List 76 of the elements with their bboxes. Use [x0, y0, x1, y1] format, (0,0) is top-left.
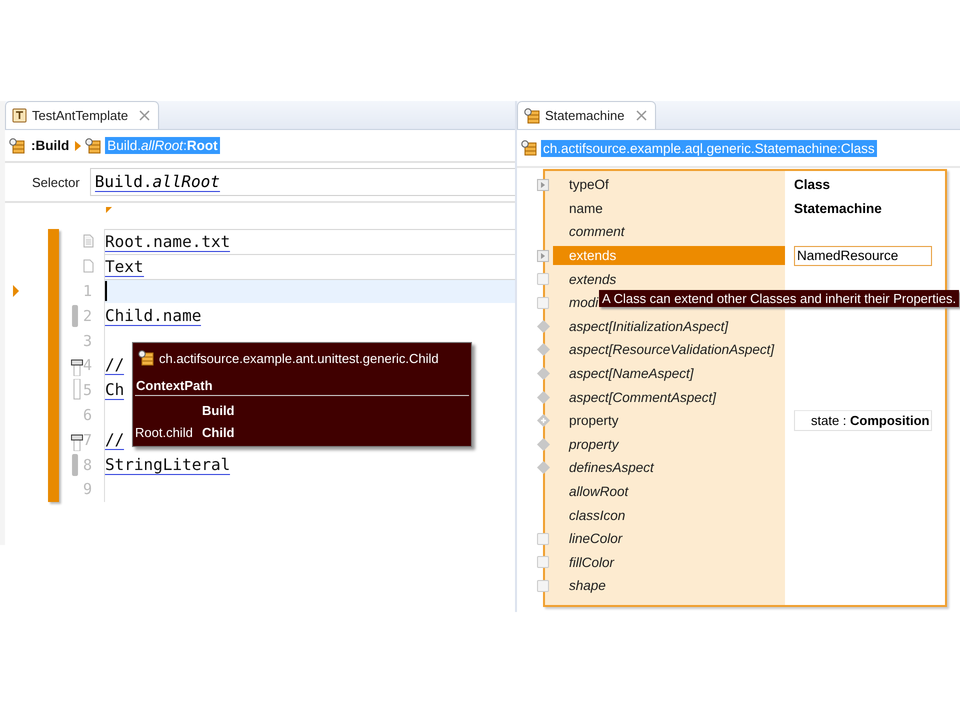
line-number: 6	[83, 406, 94, 424]
selector-field[interactable]: Build.allRoot	[90, 168, 515, 196]
property-name[interactable]: property	[553, 434, 785, 454]
plus-diamond-icon	[537, 414, 550, 428]
square-icon	[537, 273, 549, 286]
editor-tab[interactable]: Statemachine	[517, 101, 656, 129]
code-text: //	[105, 430, 124, 450]
line-number: 7	[83, 430, 94, 449]
class-icon	[9, 138, 25, 154]
code-text: Child.name	[105, 306, 202, 326]
line-number: 9	[83, 480, 94, 498]
property-name[interactable]: property	[553, 411, 785, 430]
square-icon	[537, 556, 549, 568]
code-text: Text	[105, 256, 144, 277]
diamond-icon	[537, 390, 550, 404]
property-name[interactable]: classIcon	[553, 506, 785, 525]
property-name[interactable]: aspect[InitializationAspect]	[553, 316, 785, 336]
chevron-icon	[75, 140, 82, 150]
diamond-icon	[537, 367, 550, 380]
value-tag: state : Composition	[794, 410, 932, 432]
expand-icon[interactable]	[537, 250, 549, 262]
value-field[interactable]: NamedResource	[794, 246, 932, 266]
class-icon	[521, 140, 537, 156]
editor-tab[interactable]: TestAntTemplate	[5, 101, 160, 129]
property-name[interactable]: extends	[553, 270, 785, 289]
line-number: 8	[83, 456, 94, 474]
property-name[interactable]: aspect[CommentAspect]	[553, 388, 785, 407]
line-number: 5	[83, 381, 94, 400]
property-name[interactable]: comment	[553, 222, 785, 242]
text-caret	[105, 281, 107, 302]
code-text: Ch	[105, 380, 124, 400]
tab-title: Statemachine	[545, 108, 624, 123]
tooltip: A Class can extend other Classes and inherit their Properties.	[599, 290, 960, 307]
class-icon	[524, 108, 540, 124]
class-icon	[138, 350, 154, 366]
diamond-icon	[537, 343, 550, 356]
template-icon	[12, 108, 27, 123]
code-text: StringLiteral	[105, 454, 230, 475]
diamond-icon	[537, 438, 550, 451]
diamond-icon	[537, 461, 550, 474]
line-number: 2	[83, 306, 94, 325]
popup-type: Build	[202, 403, 236, 418]
code-text: //	[105, 355, 124, 376]
property-name[interactable]: name	[553, 198, 785, 218]
property-name[interactable]: allowRoot	[553, 482, 785, 502]
line-number: 1	[83, 282, 94, 300]
selector-label: Selector	[32, 174, 80, 190]
file-icon	[83, 234, 94, 248]
code-text: Root.name.txt	[105, 232, 230, 252]
property-name[interactable]: typeOf	[553, 175, 785, 194]
line-number: 4	[83, 356, 94, 374]
close-icon[interactable]	[139, 110, 150, 121]
property-name[interactable]: definesAspect	[553, 458, 785, 478]
property-name[interactable]: fillColor	[553, 552, 785, 572]
expand-icon[interactable]	[537, 178, 549, 191]
property-value: Statemachine	[794, 200, 882, 216]
breadcrumb-item[interactable]: :Build	[29, 137, 72, 154]
close-icon[interactable]	[636, 110, 646, 121]
popup-path: Root.child	[135, 425, 194, 440]
property-name[interactable]: lineColor	[553, 529, 785, 548]
corner-marker-icon	[106, 207, 112, 213]
property-value: Class	[794, 177, 830, 192]
class-icon	[85, 138, 102, 154]
diamond-icon	[537, 320, 550, 333]
property-name[interactable]: aspect[ResourceValidationAspect]	[553, 340, 785, 360]
line-number: 3	[83, 332, 94, 350]
document-icon	[83, 259, 94, 274]
popup-title: ch.actifsource.example.ant.unittest.generic.Child	[159, 350, 439, 366]
square-icon	[537, 580, 549, 592]
property-name[interactable]: aspect[NameAspect]	[553, 364, 785, 384]
tab-title: TestAntTemplate	[32, 108, 128, 123]
property-name[interactable]: shape	[553, 576, 785, 596]
square-icon	[537, 296, 549, 309]
square-icon	[537, 532, 549, 545]
popup-type: Child	[202, 425, 236, 440]
popup-section-title: ContextPath	[135, 370, 469, 396]
